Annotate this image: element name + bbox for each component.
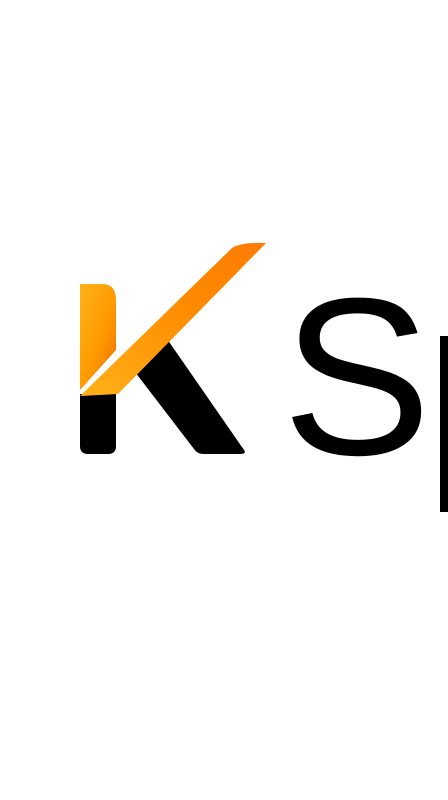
k-stem-black-shape (80, 394, 116, 454)
brand-logo: S (80, 242, 448, 512)
partial-letter-stem (440, 336, 448, 512)
splash-screen: S (0, 0, 448, 800)
s-letter: S (282, 252, 431, 502)
